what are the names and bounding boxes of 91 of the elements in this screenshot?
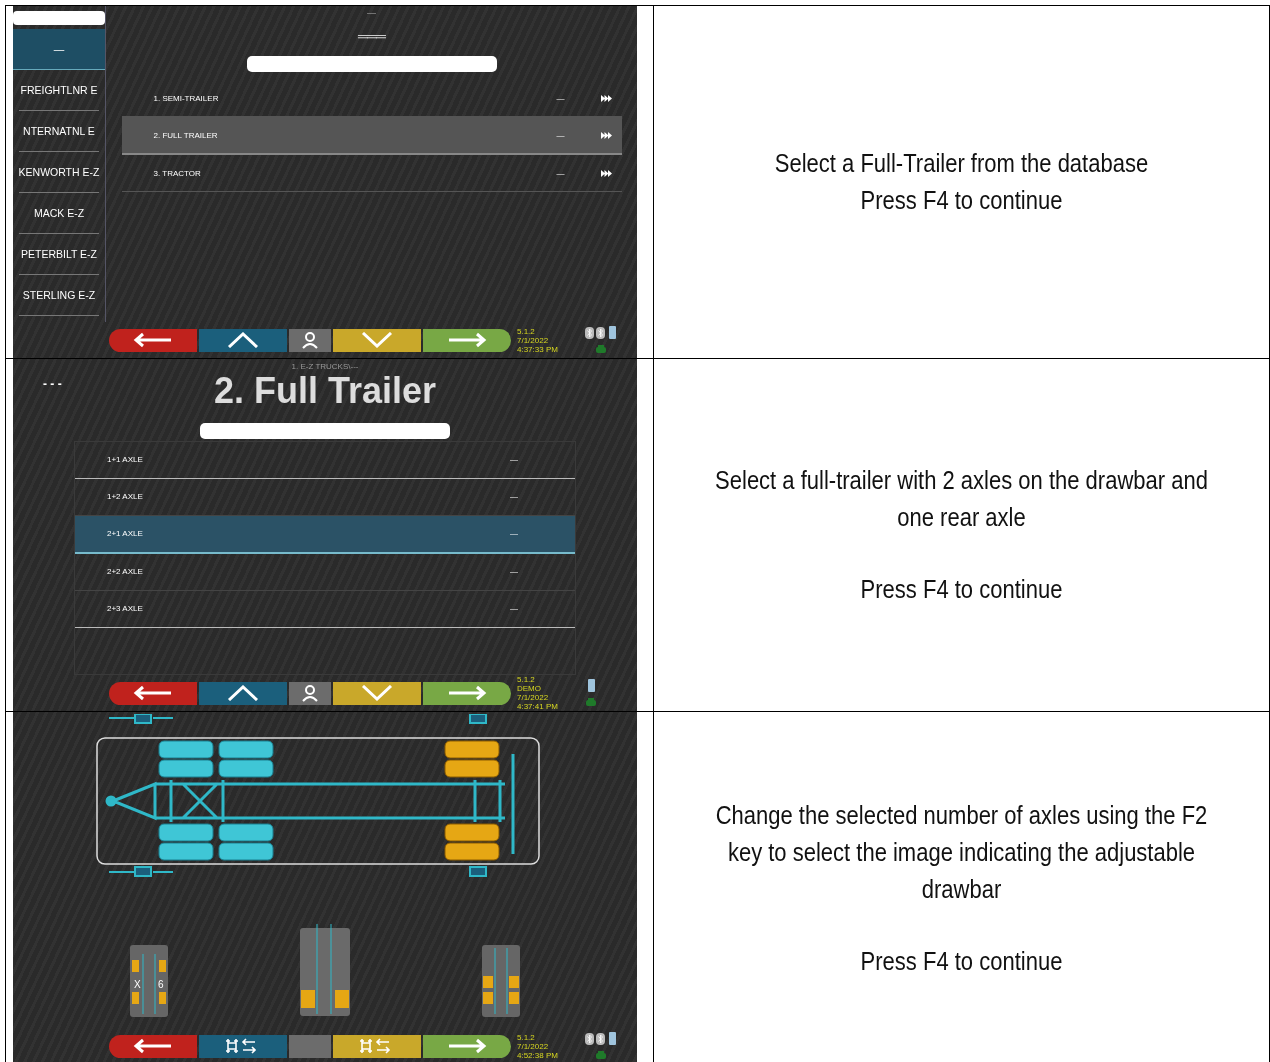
- arrow-left-icon: [133, 1038, 173, 1054]
- row-label: 2. FULL TRAILER: [153, 130, 219, 140]
- fast-forward-icon: [600, 169, 612, 177]
- toolbar-button[interactable]: [199, 328, 287, 352]
- toolbar-button[interactable]: [199, 681, 287, 705]
- list-row[interactable]: 3. TRACTOR —: [121, 155, 622, 192]
- row-value: —: [509, 492, 519, 502]
- screen-title: 2. Full Trailer: [213, 371, 437, 411]
- time-label: 4:37:41 PM: [517, 702, 559, 711]
- row-label: 3. TRACTOR: [153, 168, 202, 178]
- sidebar-item[interactable]: KENWORTH E-Z: [19, 152, 99, 193]
- trailer-thumbnail-drawing: X 6: [129, 944, 169, 1018]
- list-row[interactable]: 2+3 AXLE —: [75, 590, 575, 628]
- bluetooth-icon: [585, 1032, 605, 1045]
- car-icon: [585, 698, 597, 707]
- row-label: 2+1 AXLE: [107, 529, 144, 539]
- version-label: 5.1.2: [517, 1032, 536, 1042]
- sidebar-item[interactable]: FREIGHTLNR E: [19, 70, 99, 111]
- arrow-left-icon: [133, 332, 173, 348]
- time-label: 4:52:38 PM: [517, 1050, 559, 1060]
- bluetooth-icon: [585, 326, 605, 339]
- car-icon: [594, 1051, 607, 1060]
- list-row[interactable]: 2+2 AXLE —: [75, 553, 575, 591]
- toolbar-button[interactable]: [109, 328, 197, 352]
- date-label: 7/1/2022: [517, 1041, 550, 1051]
- mode-label: DEMO: [517, 684, 542, 693]
- chevron-up-icon: [227, 332, 259, 348]
- person-icon: [301, 331, 319, 349]
- instruction-text: Change the selected number of axles using the F2 key to select the image indicating the adjustable drawbar: [714, 799, 1209, 905]
- toolbar-button[interactable]: [109, 681, 197, 705]
- search-field[interactable]: [200, 423, 450, 439]
- toolbar-button[interactable]: [423, 681, 511, 705]
- toolbar-button[interactable]: [109, 1034, 197, 1058]
- chevron-down-icon: [361, 685, 393, 701]
- car-icon: [594, 345, 607, 354]
- row-label: 1+1 AXLE: [107, 455, 144, 465]
- arrow-right-icon: [447, 1038, 487, 1054]
- sidebar-item[interactable]: NTERNATNL E: [19, 111, 99, 152]
- battery-icon: [609, 1032, 616, 1045]
- toolbar-button[interactable]: [423, 1034, 511, 1058]
- list-row[interactable]: 1+1 AXLE —: [75, 441, 575, 479]
- heading: ═══: [358, 28, 385, 44]
- sidebar-item[interactable]: MACK E-Z: [19, 193, 99, 234]
- breadcrumb: 1. E-Z TRUCKS\---: [291, 362, 359, 371]
- row-value: —: [555, 130, 566, 140]
- sidebar-item[interactable]: —: [13, 29, 105, 70]
- toolbar-button[interactable]: [423, 328, 511, 352]
- time-label: 4:37:33 PM: [517, 344, 559, 354]
- corner-label: - - -: [43, 377, 62, 391]
- arrow-right-icon: [447, 685, 487, 701]
- row-value: —: [555, 168, 566, 178]
- toolbar-button[interactable]: [333, 1034, 421, 1058]
- battery-icon: [587, 679, 595, 692]
- chevron-down-icon: [361, 332, 393, 348]
- sidebar-item[interactable]: STERLING E-Z: [19, 275, 99, 316]
- version-label: 5.1.2: [517, 675, 536, 684]
- search-field[interactable]: [246, 56, 497, 72]
- row-value: —: [555, 93, 566, 103]
- list-row[interactable]: 2+1 AXLE —: [75, 515, 575, 554]
- toolbar-button[interactable]: [333, 681, 421, 705]
- chevron-up-icon: [227, 685, 259, 701]
- toolbar-button[interactable]: [289, 328, 331, 352]
- sidebar-item[interactable]: PETERBILT E-Z: [19, 234, 99, 275]
- list-row[interactable]: 1+2 AXLE —: [75, 478, 575, 516]
- instruction-text: Press F4 to continue: [859, 945, 1064, 977]
- person-icon: [301, 684, 319, 702]
- search-field[interactable]: [13, 11, 105, 25]
- fast-forward-icon: [600, 94, 612, 102]
- date-label: 7/1/2022: [517, 335, 550, 345]
- arrow-right-icon: [447, 332, 487, 348]
- toolbar-button[interactable]: [289, 681, 331, 705]
- row-value: —: [509, 529, 519, 539]
- instruction-text: Select a full-trailer with 2 axles on the drawbar and one rear axle: [714, 465, 1209, 533]
- list-row[interactable]: 2. FULL TRAILER —: [121, 117, 622, 155]
- screen-title: —: [367, 8, 376, 18]
- row-label: 1. SEMI-TRAILER: [153, 93, 220, 103]
- row-value: —: [509, 567, 519, 577]
- toolbar-button[interactable]: [333, 328, 421, 352]
- date-label: 7/1/2022: [517, 693, 550, 702]
- row-label: 2+3 AXLE: [107, 604, 144, 614]
- fast-forward-icon: [600, 131, 612, 139]
- row-label: 2+2 AXLE: [107, 567, 144, 577]
- version-label: 5.1.2: [517, 326, 536, 336]
- arrow-left-icon: [133, 685, 173, 701]
- row-label: 1+2 AXLE: [107, 492, 144, 502]
- instruction-text: Select a Full-Trailer from the database Press F4 to continue: [773, 148, 1150, 216]
- toolbar-button[interactable]: [199, 1034, 287, 1058]
- instruction-text: Press F4 to continue: [859, 574, 1064, 605]
- battery-icon: [609, 326, 616, 339]
- row-value: —: [509, 604, 519, 614]
- row-value: —: [509, 455, 519, 465]
